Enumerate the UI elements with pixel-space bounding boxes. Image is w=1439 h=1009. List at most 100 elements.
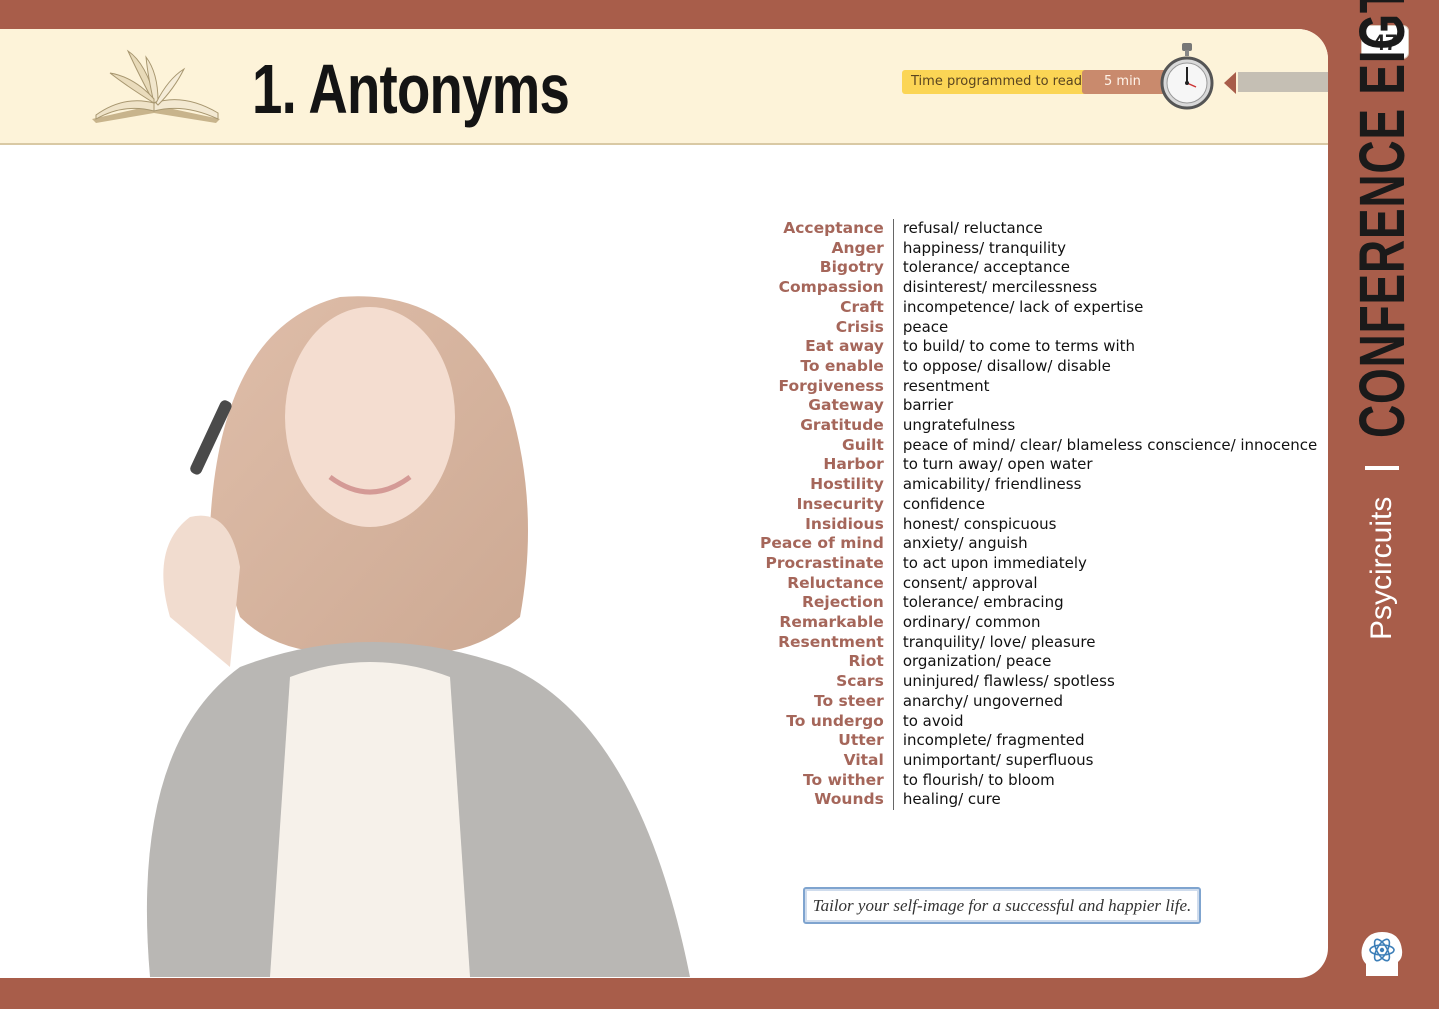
antonym-row: Gratitude ungratefulness: [760, 416, 1317, 436]
term: Compassion: [760, 278, 894, 298]
progress-track: [1238, 72, 1328, 92]
antonym: peace: [902, 317, 949, 336]
term: Crisis: [760, 317, 894, 338]
antonym-row: Rejection tolerance/ embracing: [760, 593, 1317, 614]
antonym-row: To enable to oppose/ disallow/ disable: [760, 356, 1317, 377]
antonym-row: Eat away to build/ to come to terms with: [760, 337, 1317, 357]
term: Acceptance: [760, 219, 894, 239]
term: Craft: [760, 297, 894, 318]
term: Riot: [760, 652, 894, 673]
antonym: anxiety/ anguish: [902, 534, 1028, 553]
antonym-row: To wither to flourish/ to bloom: [760, 770, 1317, 791]
antonym-row: Hostility amicability/ friendliness: [760, 475, 1317, 495]
open-book-icon: [92, 49, 220, 123]
antonym-row: Scars uninjured/ flawless/ spotless: [760, 672, 1317, 692]
antonym: to flourish/ to bloom: [902, 770, 1055, 789]
antonym: incompetence/ lack of expertise: [902, 297, 1144, 316]
antonym: tolerance/ acceptance: [902, 258, 1070, 277]
stopwatch-icon: [1160, 43, 1214, 110]
page: 1. Antonyms Time programmed to read: 5 m…: [0, 29, 1328, 978]
antonym: consent/ approval: [902, 573, 1038, 592]
reading-time-label: Time programmed to read:: [902, 70, 1096, 94]
antonym: barrier: [902, 396, 954, 415]
antonym-table: Acceptance refusal/ reluctance Anger happin…: [760, 219, 1318, 811]
antonym: incomplete/ fragmented: [902, 731, 1085, 750]
antonym: unimportant/ superfluous: [902, 750, 1094, 769]
term: Insidious: [760, 514, 894, 535]
term: Peace of mind: [760, 534, 894, 554]
term: Utter: [760, 731, 894, 751]
antonym: anarchy/ ungoverned: [902, 691, 1063, 710]
term: Vital: [760, 750, 894, 771]
antonym: refusal/ reluctance: [902, 219, 1043, 237]
antonym-row: Compassion disinterest/ mercilessness: [760, 278, 1317, 298]
antonym-row: Forgiveness resentment: [760, 376, 1317, 397]
antonym-row: Insidious honest/ conspicuous: [760, 514, 1317, 535]
antonym-row: Bigotry tolerance/ acceptance: [760, 258, 1317, 279]
antonym: peace of mind/ clear/ blameless conscien…: [902, 435, 1318, 454]
term: Anger: [760, 238, 894, 259]
term: To undergo: [760, 711, 894, 732]
term: Wounds: [760, 790, 894, 811]
antonym: ungratefulness: [902, 416, 1016, 435]
page-title: 1. Antonyms: [252, 50, 570, 128]
head-atom-icon: [1361, 932, 1403, 976]
term: Scars: [760, 672, 894, 692]
antonym-row: Insecurity confidence: [760, 494, 1317, 515]
antonym: to turn away/ open water: [902, 455, 1093, 474]
antonym-row: To undergo to avoid: [760, 711, 1317, 732]
term: Hostility: [760, 475, 894, 495]
term: Forgiveness: [760, 376, 894, 397]
term: Remarkable: [760, 613, 894, 633]
antonym-row: Crisis peace: [760, 317, 1317, 338]
antonym: to oppose/ disallow/ disable: [902, 356, 1111, 375]
antonym: tranquility/ love/ pleasure: [902, 632, 1096, 651]
antonym-row: Craft incompetence/ lack of expertise: [760, 297, 1317, 318]
progress-marker: [1224, 72, 1236, 94]
antonym-row: Procrastinate to act upon immediately: [760, 553, 1317, 574]
antonym: tolerance/ embracing: [902, 593, 1064, 612]
antonym: uninjured/ flawless/ spotless: [902, 672, 1115, 691]
brand-name: Psycircuits: [1365, 496, 1398, 640]
term: Rejection: [760, 593, 894, 614]
antonym: healing/ cure: [902, 790, 1001, 809]
rail-divider: [1365, 465, 1399, 470]
side-rail: Psycircuits CONFERENCE EIGTH: [1345, 0, 1419, 640]
antonym: organization/ peace: [902, 652, 1052, 671]
term: Harbor: [760, 455, 894, 476]
antonym-row: Riot organization/ peace: [760, 652, 1317, 673]
term: Eat away: [760, 337, 894, 357]
reading-time-value: 5 min: [1082, 70, 1170, 94]
antonym-row: Gateway barrier: [760, 396, 1317, 417]
antonym-row: Anger happiness/ tranquility: [760, 238, 1317, 259]
antonym-row: Resentment tranquility/ love/ pleasure: [760, 632, 1317, 653]
portrait-photo: [146, 296, 690, 977]
antonym: honest/ conspicuous: [902, 514, 1057, 533]
term: To wither: [760, 770, 894, 791]
antonym: confidence: [902, 494, 985, 513]
antonym-row: Remarkable ordinary/ common: [760, 613, 1317, 633]
term: Procrastinate: [760, 553, 894, 574]
term: Reluctance: [760, 573, 894, 594]
section-title: CONFERENCE EIGTH: [1346, 0, 1418, 439]
antonym: resentment: [902, 376, 990, 395]
term: Gratitude: [760, 416, 894, 436]
antonym-row: Peace of mind anxiety/ anguish: [760, 534, 1317, 554]
antonym: disinterest/ mercilessness: [902, 278, 1098, 297]
antonym: ordinary/ common: [902, 613, 1041, 632]
antonym: to act upon immediately: [902, 553, 1087, 572]
antonym: to avoid: [902, 711, 964, 730]
antonym-row: Acceptance refusal/ reluctance: [760, 219, 1317, 239]
term: Insecurity: [760, 494, 894, 515]
term: To steer: [760, 691, 894, 712]
term: Bigotry: [760, 258, 894, 279]
term: Guilt: [760, 435, 894, 456]
antonym-row: Guilt peace of mind/ clear/ blameless con…: [760, 435, 1318, 456]
antonym-row: Harbor to turn away/ open water: [760, 455, 1317, 476]
antonym: to build/ to come to terms with: [902, 337, 1136, 356]
antonym: happiness/ tranquility: [902, 238, 1066, 257]
antonym-row: Vital unimportant/ superfluous: [760, 750, 1317, 771]
term: Gateway: [760, 396, 894, 417]
antonym-row: Wounds healing/ cure: [760, 790, 1317, 811]
quote-box: Tailor your self-image for a successful …: [803, 887, 1201, 924]
